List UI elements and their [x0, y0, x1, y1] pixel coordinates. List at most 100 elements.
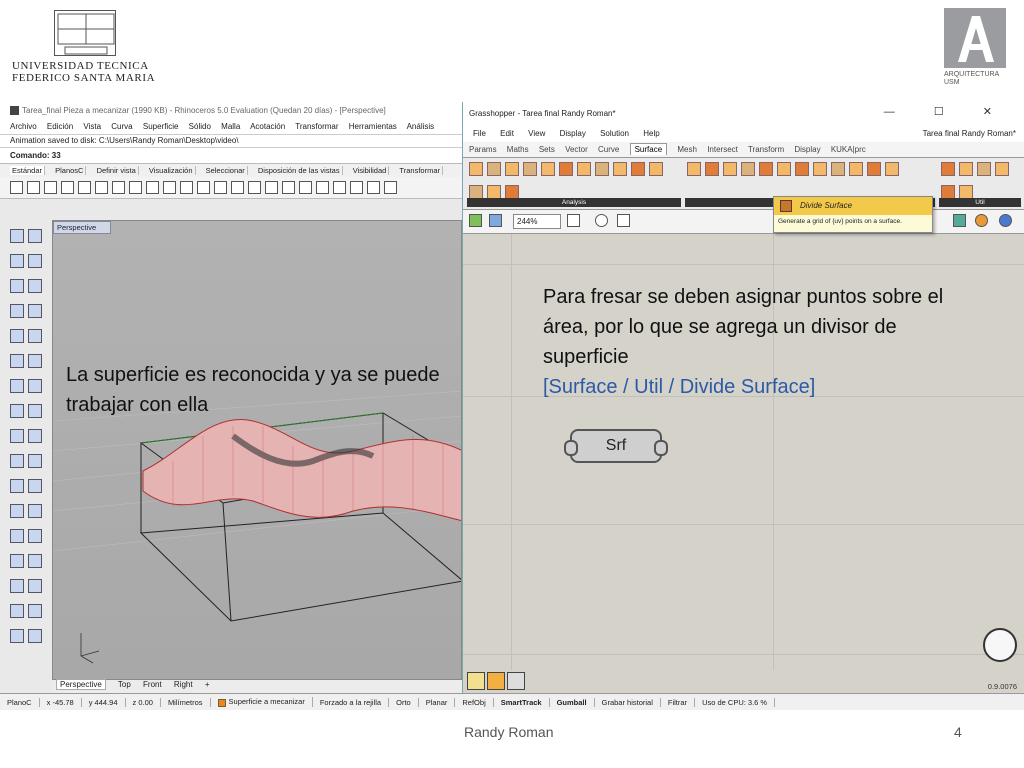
util-isotrim-icon[interactable] [959, 162, 973, 176]
join-icon[interactable] [28, 479, 42, 493]
zoom-selected-icon[interactable] [248, 181, 261, 194]
rhino-tab-seleccionar[interactable]: Seleccionar [203, 166, 248, 175]
status-units[interactable]: Milímetros [161, 697, 211, 707]
grid-icon[interactable] [265, 181, 278, 194]
gh-save-icon[interactable] [489, 214, 502, 227]
camera-icon[interactable] [10, 629, 24, 643]
rhino-menu-solido[interactable]: Sólido [189, 122, 211, 131]
split-icon[interactable] [28, 454, 42, 468]
rhino-tab-visibilidad[interactable]: Visibilidad [350, 166, 390, 175]
gh-zoom-field[interactable]: 244% [513, 214, 561, 229]
gh-menu-solution[interactable]: Solution [600, 129, 629, 138]
sphere-icon[interactable] [28, 379, 42, 393]
dimension-icon[interactable] [28, 529, 42, 543]
freeform-boundary-icon[interactable] [687, 162, 701, 176]
freeform-network-icon[interactable] [741, 162, 755, 176]
warning-icon[interactable] [28, 629, 42, 643]
rotate-view-icon[interactable] [180, 181, 193, 194]
freeform-extrude-icon[interactable] [705, 162, 719, 176]
analysis-area-icon[interactable] [469, 162, 483, 176]
gh-menu-edit[interactable]: Edit [500, 129, 514, 138]
gh-tab-display[interactable]: Display [794, 145, 820, 154]
rhino-menu-acotacion[interactable]: Acotación [250, 122, 285, 131]
analysis-edges-icon[interactable] [469, 185, 483, 199]
new-file-icon[interactable] [10, 181, 23, 194]
mirror-icon[interactable] [28, 554, 42, 568]
analysis-curvature-icon[interactable] [523, 162, 537, 176]
gh-menu-display[interactable]: Display [560, 129, 586, 138]
cut-icon[interactable] [95, 181, 108, 194]
analysis-box-icon[interactable] [487, 162, 501, 176]
analysis-dimensions-icon[interactable] [541, 162, 555, 176]
boolean-icon[interactable] [28, 429, 42, 443]
rhino-tab-disposicion[interactable]: Disposición de las vistas [255, 166, 343, 175]
gh-zoom-extents-icon[interactable] [567, 214, 580, 227]
freeform-edge-icon[interactable] [849, 162, 863, 176]
text-icon[interactable] [10, 529, 24, 543]
freeform-sweep-icon[interactable] [831, 162, 845, 176]
help-icon[interactable] [384, 181, 397, 194]
rhino-tab-transformar[interactable]: Transformar [397, 166, 443, 175]
gh-material-icon[interactable] [975, 214, 988, 227]
gh-preview-eye-icon[interactable] [595, 214, 608, 227]
gh-globe-icon[interactable] [999, 214, 1012, 227]
polyline-icon[interactable] [10, 254, 24, 268]
copy-icon[interactable] [112, 181, 125, 194]
cylinder-icon[interactable] [10, 404, 24, 418]
freeform-rail-icon[interactable] [813, 162, 827, 176]
gh-menu-view[interactable]: View [528, 129, 545, 138]
freeform-icon[interactable] [28, 329, 42, 343]
curve-icon[interactable] [28, 254, 42, 268]
rhino-menu-herramientas[interactable]: Herramientas [349, 122, 397, 131]
light-bulb-icon[interactable] [350, 181, 363, 194]
render-panel-icon[interactable] [28, 579, 42, 593]
explode-icon[interactable] [10, 479, 24, 493]
viewport-label[interactable]: Perspective [53, 221, 111, 234]
gh-tab-surface[interactable]: Surface [629, 143, 668, 155]
surface-icon[interactable] [10, 354, 24, 368]
rhino-menu-transformar[interactable]: Transformar [295, 122, 338, 131]
gh-tab-maths[interactable]: Maths [507, 145, 529, 154]
analysis-deconstruct-icon[interactable] [649, 162, 663, 176]
gh-tab-sets[interactable]: Sets [539, 145, 555, 154]
gh-tab-mesh[interactable]: Mesh [677, 145, 697, 154]
analysis-topology-icon[interactable] [487, 185, 501, 199]
rhino-menu-curva[interactable]: Curva [111, 122, 132, 131]
view-tab-right[interactable]: Right [174, 680, 193, 689]
analyze-icon[interactable] [10, 604, 24, 618]
loft-icon[interactable] [28, 354, 42, 368]
rhino-tab-visualizacion[interactable]: Visualización [146, 166, 196, 175]
print-icon[interactable] [61, 181, 74, 194]
rhino-menu-vista[interactable]: Vista [83, 122, 101, 131]
gh-tab-intersect[interactable]: Intersect [707, 145, 738, 154]
properties-icon[interactable] [299, 181, 312, 194]
analysis-brep-icon[interactable] [505, 162, 519, 176]
pan-hand-icon[interactable] [163, 181, 176, 194]
gh-tab-transform[interactable]: Transform [748, 145, 784, 154]
freeform-revolve-icon[interactable] [795, 162, 809, 176]
rhino-menu-archivo[interactable]: Archivo [10, 122, 37, 131]
gh-tab-vector[interactable]: Vector [565, 145, 588, 154]
view-tab-top[interactable]: Top [118, 680, 131, 689]
gh-sketch-icon[interactable] [617, 214, 630, 227]
polygon-icon[interactable] [10, 329, 24, 343]
status-osnap[interactable]: RefObj [455, 697, 494, 707]
srf-component[interactable]: Srf [564, 429, 668, 463]
analysis-evaluate-icon[interactable] [559, 162, 573, 176]
rhino-command-prompt[interactable]: Comando: 33 [0, 147, 462, 163]
status-smarttrack[interactable]: SmartTrack [494, 697, 550, 707]
ellipse-icon[interactable] [28, 279, 42, 293]
extrude-icon[interactable] [28, 404, 42, 418]
rhino-menu-analisis[interactable]: Análisis [407, 122, 435, 131]
gh-window-buttons[interactable]: — ☐ ✕ [884, 105, 1010, 118]
gh-widget-download-icon[interactable] [507, 672, 525, 690]
status-history[interactable]: Grabar historial [595, 697, 661, 707]
layer-panel-icon[interactable] [10, 579, 24, 593]
zoom-icon[interactable] [197, 181, 210, 194]
zoom-extents-icon[interactable] [231, 181, 244, 194]
util-cap-icon[interactable] [941, 185, 955, 199]
view-tab-front[interactable]: Front [143, 680, 162, 689]
mesh-icon[interactable] [10, 429, 24, 443]
move-icon[interactable] [10, 504, 24, 518]
open-folder-icon[interactable] [27, 181, 40, 194]
